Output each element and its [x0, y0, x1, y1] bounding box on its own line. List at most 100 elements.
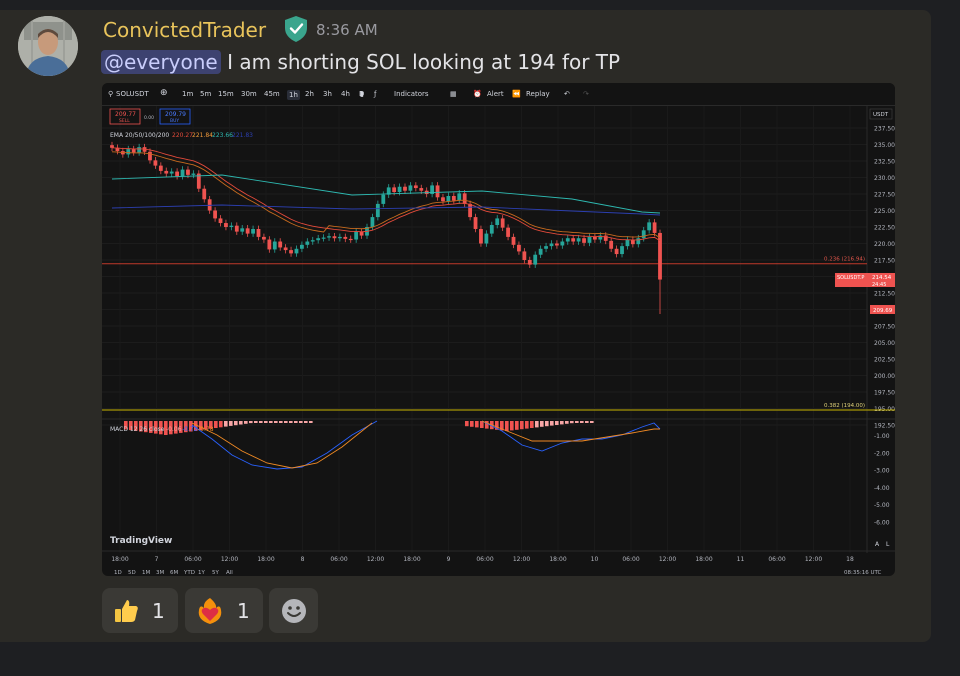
- timeframe-30m[interactable]: 30m: [241, 90, 257, 98]
- replay-icon[interactable]: ⏪: [512, 90, 521, 98]
- range-button-1D: 1D: [114, 570, 122, 576]
- candle-body: [126, 149, 131, 155]
- layout-icon[interactable]: ▦: [450, 90, 457, 98]
- candle-body: [419, 188, 424, 191]
- candle-body: [641, 230, 646, 239]
- candle-body: [164, 170, 169, 174]
- reaction-thumbs-up[interactable]: 1: [102, 588, 178, 633]
- search-icon[interactable]: ⚲: [108, 90, 113, 98]
- timeframe-1h[interactable]: 1h: [287, 90, 300, 100]
- candle-body: [234, 225, 239, 232]
- x-tick-label: 18:00: [111, 556, 128, 563]
- macd-histogram-bar: [299, 421, 303, 423]
- symbol-label[interactable]: SOLUSDT: [116, 90, 149, 98]
- y-tick-label: 220.00: [874, 241, 895, 248]
- macd-histogram-bar: [480, 421, 484, 428]
- redo-icon[interactable]: ↷: [583, 90, 589, 98]
- candle-body: [354, 231, 359, 240]
- ema-legend-value: 220.27: [172, 132, 193, 139]
- macd-line: [191, 420, 378, 470]
- alert-button[interactable]: Alert: [487, 90, 504, 98]
- candle-body: [614, 248, 619, 255]
- alert-icon[interactable]: ⏰: [473, 90, 482, 98]
- macd-histogram-bar: [590, 421, 594, 423]
- timeframe-5m[interactable]: 5m: [200, 90, 211, 98]
- macd-legend-value: -0.06: [166, 426, 182, 433]
- timeframe-4h[interactable]: 4h: [341, 90, 350, 98]
- y-tick-label: 232.50: [874, 159, 895, 166]
- timeframe-2h[interactable]: 2h: [305, 90, 314, 98]
- macd-histogram-bar: [525, 421, 529, 429]
- x-tick-label: 12:00: [805, 556, 822, 563]
- avatar[interactable]: [18, 16, 78, 76]
- candle-body: [489, 225, 494, 234]
- y-tick-label: 202.50: [874, 357, 895, 364]
- y-tick-label: 200.00: [874, 373, 895, 380]
- x-tick-label: 06:00: [768, 556, 785, 563]
- add-symbol-icon[interactable]: ⊕: [160, 88, 168, 98]
- candle-body: [533, 254, 538, 265]
- buy-label: BUY: [170, 118, 179, 124]
- low-price-value: 209.69: [873, 308, 893, 314]
- candle-body: [462, 193, 467, 204]
- macd-histogram-bar: [505, 421, 509, 431]
- y-tick-label: 227.50: [874, 192, 895, 199]
- x-tick-label: 12:00: [367, 556, 384, 563]
- author-name[interactable]: ConvictedTrader: [103, 16, 266, 44]
- x-tick-label: 18:00: [403, 556, 420, 563]
- macd-tick-label: -1.00: [874, 433, 890, 440]
- candle-body: [560, 241, 565, 246]
- message-content: @everyone I am shorting SOL looking at 1…: [101, 48, 620, 76]
- candle-body: [180, 169, 185, 177]
- current-price-value: 214.54: [872, 275, 892, 281]
- candle-body: [348, 238, 353, 241]
- replay-button[interactable]: Replay: [526, 90, 550, 98]
- range-button-6M: 6M: [170, 570, 178, 576]
- candle-body: [202, 188, 207, 200]
- timeframe-15m[interactable]: 15m: [218, 90, 234, 98]
- macd-histogram-bar: [520, 421, 524, 430]
- thumbs-up-icon: [115, 599, 138, 622]
- reaction-fire-heart[interactable]: 1: [185, 588, 263, 633]
- timeframe-3h[interactable]: 3h: [323, 90, 332, 98]
- macd-histogram-bar: [555, 421, 559, 425]
- macd-tick-label: -3.00: [874, 468, 890, 475]
- macd-histogram-bar: [515, 421, 519, 430]
- candle-body: [413, 185, 418, 189]
- indicators-icon[interactable]: ƒ: [374, 90, 376, 98]
- candle-type-icon[interactable]: ▮: [360, 90, 364, 98]
- range-button-1M: 1M: [142, 570, 150, 576]
- mention-everyone[interactable]: @everyone: [101, 50, 221, 74]
- candle-body: [316, 238, 321, 241]
- macd-histogram-bar: [264, 421, 268, 423]
- indicators-button[interactable]: Indicators: [394, 90, 429, 98]
- x-tick-label: 9: [447, 556, 451, 563]
- macd-histogram-bar: [219, 421, 223, 428]
- candle-body: [441, 197, 445, 202]
- macd-histogram-bar: [470, 421, 474, 427]
- macd-histogram-bar: [259, 421, 263, 423]
- candle-body: [370, 217, 375, 227]
- current-price-symbol: SOLUSDT.P: [837, 275, 864, 281]
- timeframe-45m[interactable]: 45m: [264, 90, 280, 98]
- x-tick-label: 18:00: [549, 556, 566, 563]
- log-scale-button: L: [886, 541, 890, 548]
- candle-body: [229, 225, 234, 227]
- fire-heart-icon: [198, 597, 222, 624]
- candle-body: [479, 228, 483, 244]
- candle-body: [592, 236, 597, 240]
- y-tick-label: 192.50: [874, 423, 895, 430]
- chart-attachment[interactable]: 237.50 235.00 232.50 230.00 227.50 225.00 222.…: [102, 83, 895, 576]
- candle-body: [609, 240, 614, 249]
- ema-legend-value: 221.83: [232, 132, 253, 139]
- auto-scale-button: A: [875, 541, 880, 548]
- macd-histogram-bar: [465, 421, 469, 427]
- timeframe-1m[interactable]: 1m: [182, 90, 193, 98]
- range-button-YTD: YTD: [183, 570, 195, 576]
- x-tick-label: 18:00: [257, 556, 274, 563]
- macd-histogram-bar: [475, 421, 479, 428]
- candle-body: [343, 236, 348, 239]
- x-tick-label: 8: [301, 556, 305, 563]
- add-reaction-button[interactable]: [269, 588, 318, 633]
- undo-icon[interactable]: ↶: [564, 90, 570, 98]
